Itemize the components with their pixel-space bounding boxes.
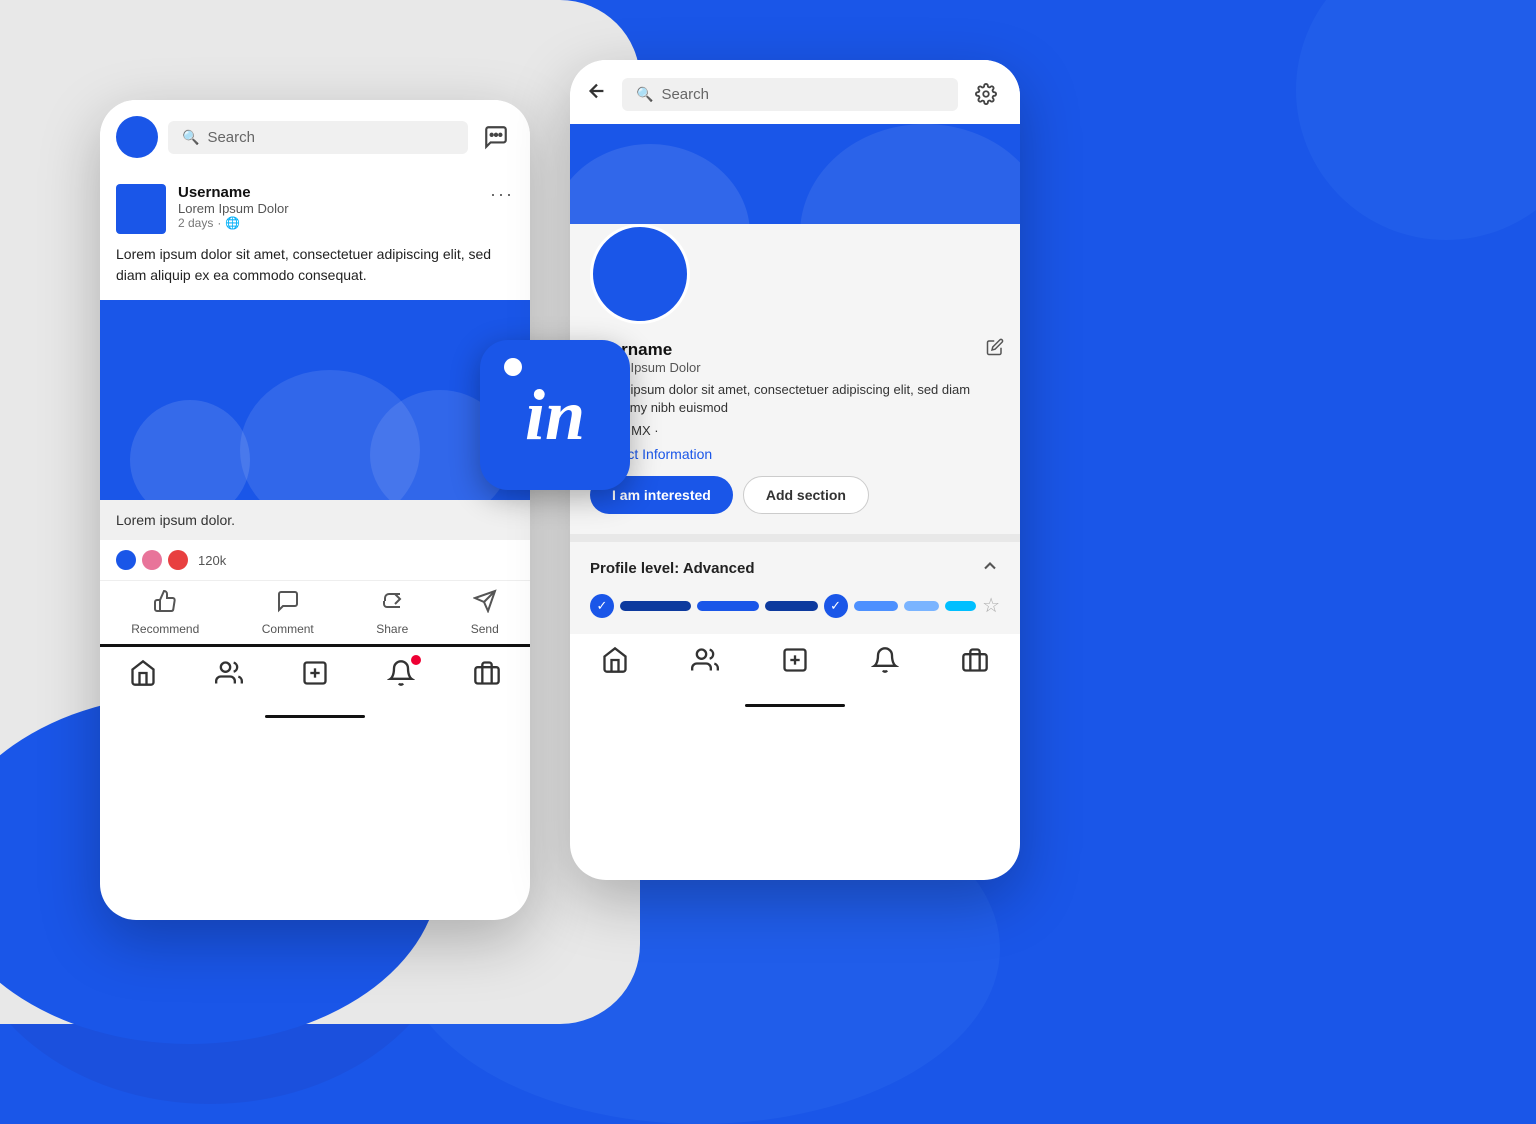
profile-level-title: Profile level: Advanced <box>590 560 755 577</box>
post-card: Username Lorem Ipsum Dolor 2 days · 🌐 ··… <box>100 170 530 300</box>
reaction-count: 120k <box>198 553 226 568</box>
feed-search-bar[interactable]: 🔍 Search <box>168 121 468 154</box>
profile-location: Cdmx. MX · <box>590 423 1000 438</box>
profile-phone: 🔍 Search <box>570 60 1020 880</box>
messages-icon[interactable] <box>478 119 514 155</box>
profile-header: 🔍 Search <box>570 60 1020 124</box>
feed-search-text: Search <box>207 129 255 146</box>
profile-avatar-container <box>590 224 690 324</box>
back-button[interactable] <box>586 80 608 108</box>
post-actions: Recommend Comment Share <box>100 581 530 647</box>
linkedin-badge: in <box>480 340 630 490</box>
post-time: 2 days · 🌐 <box>178 216 289 230</box>
nav-home[interactable] <box>129 659 157 687</box>
post-user-subtitle: Lorem Ipsum Dolor <box>178 201 289 216</box>
post-avatar[interactable] <box>116 184 166 234</box>
feed-phone: 🔍 Search Username Lorem Ipsum <box>100 100 530 920</box>
post-image-blob1 <box>130 400 250 500</box>
check-circle-1: ✓ <box>590 594 614 618</box>
profile-nav-add[interactable] <box>781 646 809 674</box>
share-label: Share <box>376 622 408 636</box>
post-text: Lorem ipsum dolor sit amet, consectetuer… <box>116 244 514 286</box>
comment-button[interactable]: Comment <box>262 589 314 636</box>
linkedin-logo-text: in <box>525 379 585 451</box>
globe-icon: 🌐 <box>225 216 240 230</box>
profile-search-icon: 🔍 <box>636 86 653 103</box>
feed-user-avatar[interactable] <box>116 116 158 158</box>
nav-notifications[interactable] <box>387 659 415 687</box>
share-icon <box>380 589 404 619</box>
share-button[interactable]: Share <box>376 589 408 636</box>
progress-seg-2 <box>697 601 759 611</box>
add-section-button[interactable]: Add section <box>743 476 869 514</box>
reaction-blue <box>116 550 136 570</box>
profile-search-bar[interactable]: 🔍 Search <box>622 78 958 111</box>
star-icon: ☆ <box>982 593 1000 618</box>
reaction-pink <box>142 550 162 570</box>
post-caption: Lorem ipsum dolor. <box>100 500 530 540</box>
progress-bar: ✓ ✓ ☆ <box>590 593 1000 618</box>
profile-nav-notifications[interactable] <box>871 646 899 674</box>
progress-seg-6 <box>945 601 976 611</box>
check-circle-2: ✓ <box>824 594 848 618</box>
profile-level-section: Profile level: Advanced ✓ ✓ ☆ <box>570 534 1020 634</box>
profile-bottom-nav <box>570 634 1020 694</box>
send-button[interactable]: Send <box>471 589 499 636</box>
post-user-row: Username Lorem Ipsum Dolor 2 days · 🌐 ··… <box>116 184 514 234</box>
edit-profile-icon[interactable] <box>986 338 1004 361</box>
notification-badge <box>411 655 421 665</box>
recommend-button[interactable]: Recommend <box>131 589 199 636</box>
post-user-details: Username Lorem Ipsum Dolor 2 days · 🌐 <box>178 184 289 230</box>
post-username: Username <box>178 184 289 201</box>
profile-action-buttons: I am interested Add section <box>590 476 1000 514</box>
send-label: Send <box>471 622 499 636</box>
progress-seg-1 <box>620 601 691 611</box>
profile-search-text: Search <box>661 86 709 103</box>
profile-avatar-section <box>570 224 1020 324</box>
feed-home-indicator <box>265 715 365 718</box>
comment-icon <box>276 589 300 619</box>
progress-seg-5 <box>904 601 939 611</box>
post-more-options[interactable]: ··· <box>490 184 514 205</box>
post-image <box>100 300 530 500</box>
phones-container: 🔍 Search Username Lorem Ipsum <box>100 60 1020 920</box>
reaction-red <box>168 550 188 570</box>
settings-button[interactable] <box>968 76 1004 112</box>
nav-add[interactable] <box>301 659 329 687</box>
profile-home-indicator <box>745 704 845 707</box>
profile-nav-jobs[interactable] <box>961 646 989 674</box>
profile-username: Username <box>590 340 1000 360</box>
post-reactions: 120k <box>100 540 530 581</box>
nav-jobs[interactable] <box>473 659 501 687</box>
linkedin-dot <box>504 358 522 376</box>
nav-network[interactable] <box>215 659 243 687</box>
bg-decoration-top-right <box>1296 0 1536 240</box>
profile-level-header: Profile level: Advanced <box>590 556 1000 581</box>
progress-seg-3 <box>765 601 818 611</box>
chevron-up-icon[interactable] <box>980 556 1000 581</box>
feed-bottom-nav <box>100 647 530 707</box>
profile-info: Username Lorem Ipsum Dolor Lorem ipsum d… <box>570 324 1020 534</box>
search-icon: 🔍 <box>182 129 199 146</box>
post-user-info: Username Lorem Ipsum Dolor 2 days · 🌐 <box>116 184 289 234</box>
comment-label: Comment <box>262 622 314 636</box>
recommend-label: Recommend <box>131 622 199 636</box>
recommend-icon <box>153 589 177 619</box>
contact-information-link[interactable]: Contact Information <box>590 446 1000 462</box>
progress-seg-4 <box>854 601 898 611</box>
profile-description: Lorem ipsum dolor sit amet, consectetuer… <box>590 381 1000 417</box>
send-icon <box>473 589 497 619</box>
profile-nav-network[interactable] <box>691 646 719 674</box>
feed-header: 🔍 Search <box>100 100 530 170</box>
profile-subtitle: Lorem Ipsum Dolor <box>590 360 1000 375</box>
profile-nav-home[interactable] <box>601 646 629 674</box>
profile-avatar[interactable] <box>590 224 690 324</box>
